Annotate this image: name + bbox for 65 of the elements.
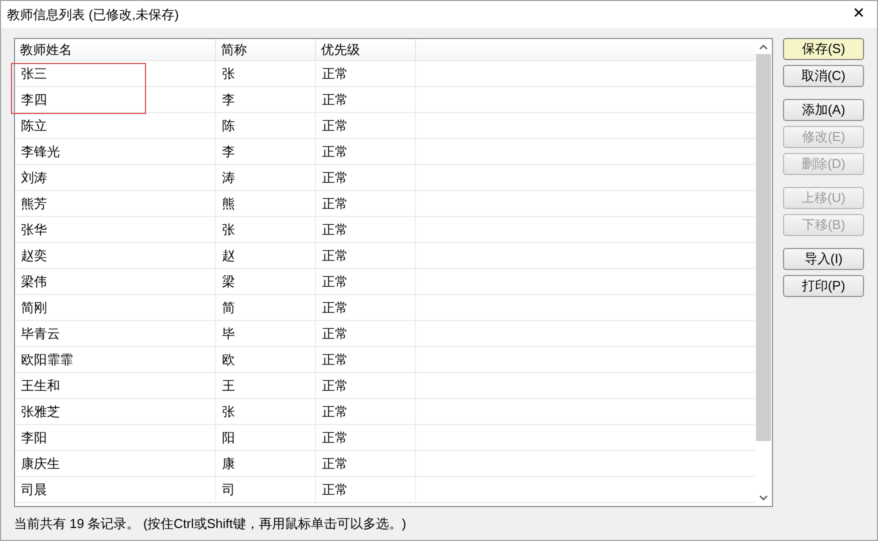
table-cell: 正常 — [316, 61, 416, 86]
close-button[interactable]: ✕ — [841, 1, 877, 28]
table-cell: 李阳 — [15, 425, 216, 450]
table-cell: 张 — [216, 217, 316, 242]
table-cell: 司 — [216, 477, 316, 502]
table-cell: 李 — [216, 139, 316, 164]
table-cell: 张 — [216, 399, 316, 424]
table-cell: 毕青云 — [15, 321, 216, 346]
table-cell: 正常 — [316, 347, 416, 372]
table-cell: 司晨 — [15, 477, 216, 502]
action-button[interactable]: 导入(I) — [783, 248, 864, 270]
table-cell: 赵 — [216, 243, 316, 268]
table-cell: 正常 — [316, 295, 416, 320]
action-button[interactable]: 打印(P) — [783, 275, 864, 297]
table-cell: 刘涛 — [15, 165, 216, 190]
action-button[interactable]: 取消(C) — [783, 65, 864, 87]
table-cell: 陈 — [216, 113, 316, 138]
scroll-up-icon[interactable] — [759, 44, 768, 50]
table-cell: 康 — [216, 451, 316, 476]
column-header[interactable]: 简称 — [216, 39, 316, 60]
column-header[interactable]: 教师姓名 — [15, 39, 216, 60]
table-cell: 李 — [216, 87, 316, 112]
window-title: 教师信息列表 (已修改,未保存) — [7, 6, 179, 24]
table-cell: 熊芳 — [15, 191, 216, 216]
table-cell: 正常 — [316, 165, 416, 190]
table-cell: 欧 — [216, 347, 316, 372]
table-cell: 欧阳霏霏 — [15, 347, 216, 372]
table-cell: 张雅芝 — [15, 399, 216, 424]
table-cell: 毕 — [216, 321, 316, 346]
table-cell: 正常 — [316, 425, 416, 450]
table-cell: 王生和 — [15, 373, 216, 398]
table-cell: 正常 — [316, 269, 416, 294]
table-cell: 正常 — [316, 191, 416, 216]
table-cell: 阳 — [216, 425, 316, 450]
table-cell: 正常 — [316, 139, 416, 164]
table-cell: 涛 — [216, 165, 316, 190]
table-cell: 张三 — [15, 61, 216, 86]
scroll-down-icon[interactable] — [759, 495, 768, 501]
table-cell: 张 — [216, 61, 316, 86]
table-cell: 陈立 — [15, 113, 216, 138]
table-cell: 李四 — [15, 87, 216, 112]
action-button[interactable]: 添加(A) — [783, 99, 864, 121]
status-text: 当前共有 19 条记录。 (按住Ctrl或Shift键，再用鼠标单击可以多选。) — [14, 514, 406, 533]
table-cell: 赵奕 — [15, 243, 216, 268]
table-cell: 简 — [216, 295, 316, 320]
table-cell: 正常 — [316, 113, 416, 138]
table-cell: 正常 — [316, 451, 416, 476]
table-cell: 梁伟 — [15, 269, 216, 294]
table-cell: 正常 — [316, 477, 416, 502]
table-cell: 正常 — [316, 87, 416, 112]
table-cell: 张华 — [15, 217, 216, 242]
table-cell: 正常 — [316, 373, 416, 398]
table-cell: 正常 — [316, 217, 416, 242]
scroll-thumb[interactable] — [756, 54, 771, 441]
table-cell: 正常 — [316, 243, 416, 268]
table-cell: 王 — [216, 373, 316, 398]
table-cell: 简刚 — [15, 295, 216, 320]
table-cell: 熊 — [216, 191, 316, 216]
table-cell: 李锋光 — [15, 139, 216, 164]
action-button[interactable]: 保存(S) — [783, 38, 864, 60]
table-cell: 正常 — [316, 399, 416, 424]
column-header[interactable]: 优先级 — [316, 39, 416, 60]
table-cell: 正常 — [316, 321, 416, 346]
table-cell: 梁 — [216, 269, 316, 294]
table-cell: 康庆生 — [15, 451, 216, 476]
